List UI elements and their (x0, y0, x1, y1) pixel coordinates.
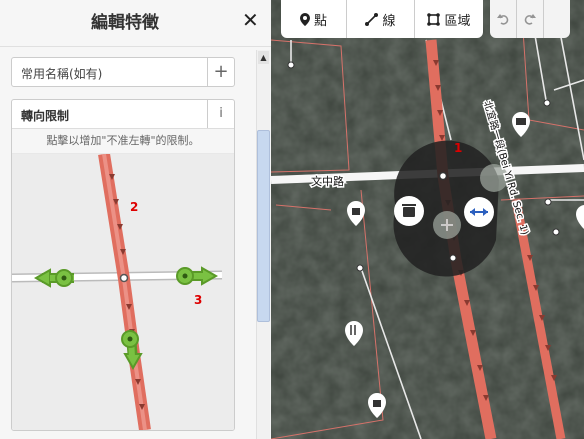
intersection-vertex[interactable] (438, 171, 448, 181)
vertex[interactable] (356, 264, 364, 272)
road-label-3: 3 (194, 293, 202, 307)
delete-button[interactable] (394, 196, 424, 226)
extra-toolbar-button[interactable] (544, 0, 570, 38)
turn-restrictions-map: 2 3 (12, 153, 234, 430)
redo-icon (524, 14, 536, 25)
add-name-button[interactable]: + (207, 58, 234, 86)
close-icon[interactable]: ✕ (242, 8, 259, 32)
road-label-wenzhong: 文中路 (311, 174, 344, 188)
sidebar-header: 編輯特徵 ✕ (0, 0, 271, 47)
turn-left-arrow[interactable] (33, 268, 74, 288)
add-line-button[interactable]: 線 (347, 0, 415, 38)
road-label-2: 2 (130, 200, 138, 214)
undo-icon (497, 14, 509, 25)
sidebar-scrollbar[interactable]: ▲ (256, 50, 270, 439)
add-area-button[interactable]: 區域 (415, 0, 483, 38)
straighten-button[interactable] (464, 197, 494, 227)
add-line-label: 線 (382, 13, 396, 29)
add-point-label: 點 (313, 13, 327, 29)
history-toolbar (490, 0, 570, 38)
midpoint-handle[interactable] (433, 211, 461, 239)
intersection-vertex[interactable] (119, 273, 129, 283)
info-icon[interactable]: i (207, 100, 234, 128)
inspector-sidebar: 編輯特徵 ✕ 常用名稱(如有) + 轉向限制 i 點擊以增加"不准左轉"的限制。 (0, 0, 271, 439)
redo-button[interactable] (517, 0, 544, 38)
area-icon (427, 12, 441, 26)
point-icon (299, 12, 310, 26)
sidebar-title: 編輯特徵 (91, 13, 159, 33)
map-canvas[interactable]: 文中路 北宜路一段(Bei Yi Rd. Sec. 1) 1 (271, 0, 584, 439)
undo-button[interactable] (490, 0, 517, 38)
turn-restrictions-header: 轉向限制 i (12, 100, 234, 129)
vertex[interactable] (449, 254, 457, 262)
turn-restrictions-title: 轉向限制 (21, 109, 70, 123)
map-marker-label-1: 1 (454, 141, 462, 155)
scroll-up-icon[interactable]: ▲ (258, 51, 269, 64)
turn-restrictions-hint: 點擊以增加"不准左轉"的限制。 (12, 129, 234, 154)
line-icon (365, 12, 379, 26)
add-point-button[interactable]: 點 (281, 0, 347, 38)
vertex[interactable] (543, 99, 551, 107)
turn-right-arrow[interactable] (176, 266, 219, 286)
mode-toolbar: 點 線 區域 (281, 0, 483, 38)
vertex[interactable] (287, 61, 295, 69)
name-field[interactable]: 常用名稱(如有) + (11, 57, 235, 87)
turn-diagram: 2 3 (12, 153, 223, 430)
vertex[interactable] (552, 228, 560, 236)
vertex[interactable] (544, 198, 552, 206)
scroll-thumb[interactable] (257, 130, 270, 322)
map-imagery: 文中路 北宜路一段(Bei Yi Rd. Sec. 1) 1 (271, 0, 584, 439)
turn-restrictions-panel: 轉向限制 i 點擊以增加"不准左轉"的限制。 2 3 (11, 99, 235, 431)
name-field-label: 常用名稱(如有) (21, 67, 103, 81)
add-area-label: 區域 (444, 13, 471, 29)
